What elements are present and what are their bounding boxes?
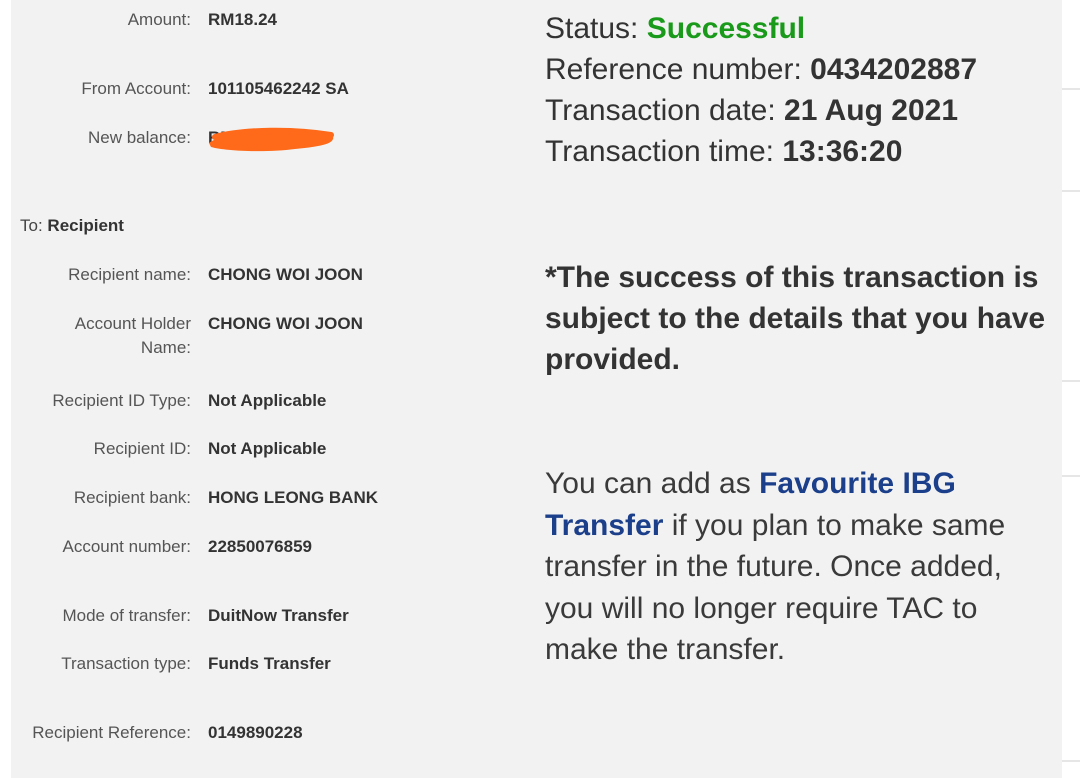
success-disclaimer-note: *The success of this transaction is subj…	[545, 261, 1046, 376]
to-value: Recipient	[47, 216, 124, 235]
time-line: Transaction time: 13:36:20	[545, 131, 977, 172]
recipient-id-type-label: Recipient ID Type:	[52, 391, 191, 410]
reference-line: Reference number: 0434202887	[545, 49, 977, 90]
favourite-hint: You can add as Favourite IBG Transfer if…	[545, 463, 1050, 671]
recipient-bank-value: HONG LEONG BANK	[208, 488, 378, 507]
mode-of-transfer-value: DuitNow Transfer	[208, 606, 349, 625]
from-account-value: 101105462242 SA	[208, 79, 349, 98]
account-holder-label: Account Holder Name:	[74, 314, 191, 357]
reference-label: Reference number:	[545, 53, 802, 86]
new-balance-label: New balance:	[87, 128, 191, 147]
recipient-reference-label: Recipient Reference:	[32, 723, 191, 742]
date-line: Transaction date: 21 Aug 2021	[545, 90, 977, 131]
date-value: 21 Aug 2021	[784, 94, 959, 127]
time-label: Transaction time:	[545, 135, 774, 168]
recipient-id-label: Recipient ID:	[93, 439, 191, 458]
recipient-name-value: CHONG WOI JOON	[208, 265, 363, 284]
divider	[1062, 380, 1080, 382]
recipient-bank-label: Recipient bank:	[73, 488, 191, 507]
status-line: Status: Successful	[545, 8, 977, 49]
status-label: Status:	[545, 12, 639, 45]
account-holder-value: CHONG WOI JOON	[208, 314, 363, 333]
transaction-status-block: Status: Successful Reference number: 043…	[545, 8, 977, 172]
account-number-label: Account number:	[62, 537, 191, 556]
reference-value: 0434202887	[810, 53, 978, 86]
divider	[1062, 760, 1080, 762]
time-value: 13:36:20	[782, 135, 903, 168]
divider	[1062, 88, 1080, 90]
amount-label: Amount:	[127, 10, 191, 29]
to-recipient-heading: To: Recipient	[20, 214, 124, 238]
divider	[1062, 190, 1080, 192]
mode-of-transfer-label: Mode of transfer:	[62, 606, 191, 625]
status-value: Successful	[646, 12, 806, 45]
transaction-type-value: Funds Transfer	[208, 654, 331, 673]
divider	[1062, 475, 1080, 477]
recipient-id-value: Not Applicable	[208, 439, 327, 458]
account-number-value: 22850076859	[208, 537, 313, 556]
date-label: Transaction date:	[545, 94, 776, 127]
from-account-label: From Account:	[81, 79, 191, 98]
transaction-type-label: Transaction type:	[61, 654, 191, 673]
right-edge-strip	[1062, 0, 1080, 778]
to-label: To:	[20, 216, 43, 235]
recipient-id-type-value: Not Applicable	[208, 391, 327, 410]
redaction-scribble	[209, 127, 334, 152]
recipient-name-label: Recipient name:	[68, 265, 191, 284]
recipient-reference-value: 0149890228	[208, 723, 303, 742]
amount-value: RM18.24	[208, 10, 277, 29]
favourite-prefix: You can add as	[545, 467, 760, 500]
